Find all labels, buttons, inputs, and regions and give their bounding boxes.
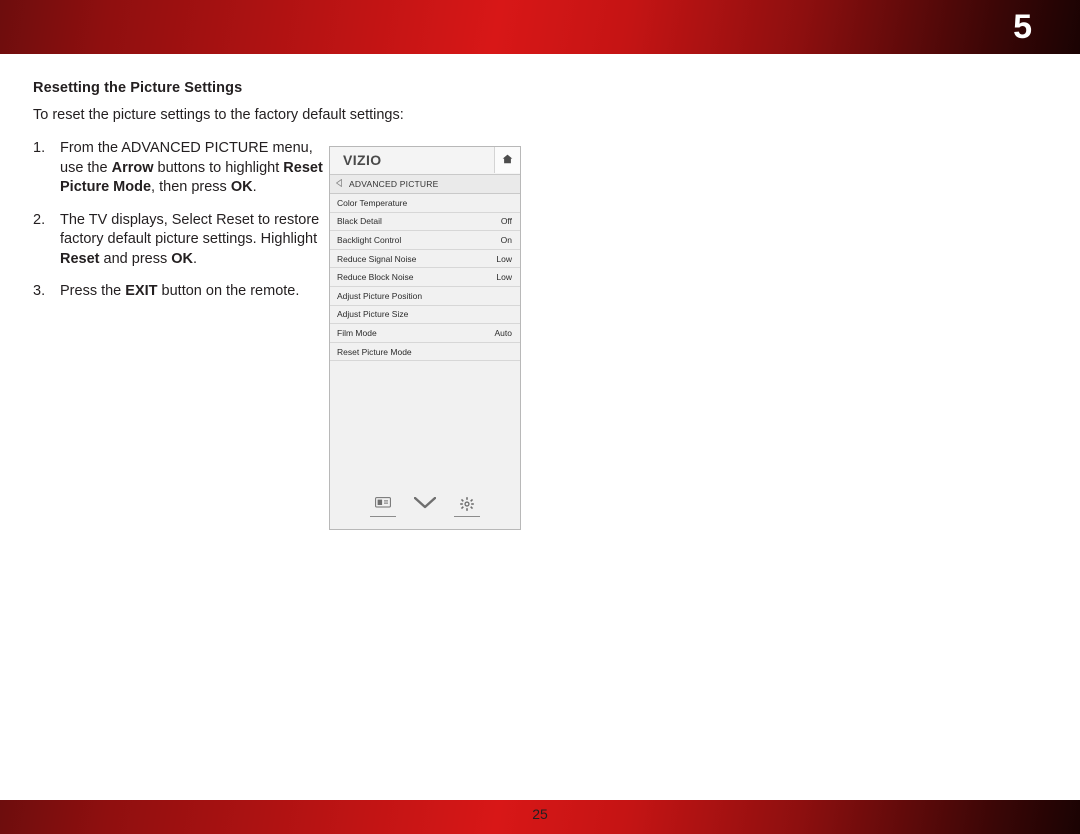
tv-menu-header: VIZIO (330, 147, 520, 175)
menu-row-label: Backlight Control (337, 234, 402, 245)
menu-row[interactable]: Film Mode Auto (330, 324, 520, 343)
step-item: 1. From the ADVANCED PICTURE menu, use th… (33, 139, 333, 198)
steps-list: 1. From the ADVANCED PICTURE menu, use th… (33, 139, 333, 302)
tv-menu-subtitle: ADVANCED PICTURE (349, 179, 439, 189)
menu-row-label: Reduce Block Noise (337, 272, 414, 283)
chevron-down-icon[interactable] (411, 497, 439, 519)
menu-row-label: Adjust Picture Position (337, 290, 423, 301)
menu-row[interactable]: Reduce Block Noise Low (330, 268, 520, 287)
home-icon (502, 151, 513, 169)
step-text: From the ADVANCED PICTURE menu, use the … (60, 140, 323, 195)
menu-row[interactable]: Backlight Control On (330, 231, 520, 250)
menu-row[interactable]: Adjust Picture Position (330, 286, 520, 306)
menu-row-value: On (500, 234, 512, 245)
menu-row-label: Reduce Signal Noise (337, 253, 417, 264)
step-text: Press the EXIT button on the remote. (60, 283, 300, 299)
step-number: 2. (33, 211, 46, 228)
article-content: Resetting the Picture Settings To reset … (33, 80, 404, 315)
tv-osd-menu: VIZIO ADVANCED PICTURE Color Temperature… (329, 146, 521, 530)
step-number: 3. (33, 283, 46, 299)
home-button[interactable] (494, 147, 520, 173)
menu-row-label: Black Detail (337, 216, 382, 227)
step-item: 3. Press the EXIT button on the remote. (33, 282, 333, 302)
step-number: 1. (33, 140, 46, 156)
menu-row-value: Low (496, 272, 512, 283)
tv-menu-rows: Color Temperature Black Detail Off Backligh… (330, 194, 520, 362)
tv-menu-subheader: ADVANCED PICTURE (330, 175, 520, 194)
menu-row-value: Auto (494, 327, 513, 338)
step-item: 2. The TV displays, Select Reset to resto… (33, 211, 333, 270)
menu-row[interactable]: Color Temperature (330, 194, 520, 213)
menu-row[interactable]: Black Detail Off (330, 212, 520, 232)
menu-row-label: Color Temperature (337, 197, 408, 208)
chapter-number: 5 (1013, 8, 1032, 46)
vizio-logo: VIZIO (343, 152, 382, 168)
left-arrow-icon[interactable] (335, 178, 342, 189)
menu-row[interactable]: Reduce Signal Noise Low (330, 249, 520, 269)
menu-row-label: Adjust Picture Size (337, 309, 409, 320)
menu-row[interactable]: Reset Picture Mode (330, 342, 520, 362)
menu-row[interactable]: Adjust Picture Size (330, 305, 520, 325)
menu-row-label: Film Mode (337, 327, 377, 338)
tv-menu-footer (330, 487, 520, 529)
page-number: 25 (532, 806, 548, 822)
intro-text: To reset the picture settings to the fac… (33, 107, 404, 123)
step-text: The TV displays, Select Reset to restore… (60, 211, 320, 267)
top-banner (0, 0, 1080, 54)
menu-row-label: Reset Picture Mode (337, 346, 412, 357)
menu-row-value: Off (500, 216, 512, 227)
menu-row-value: Low (496, 253, 512, 264)
page-title: Resetting the Picture Settings (33, 80, 243, 96)
input-icon[interactable] (369, 497, 397, 519)
gear-icon[interactable] (453, 497, 481, 519)
